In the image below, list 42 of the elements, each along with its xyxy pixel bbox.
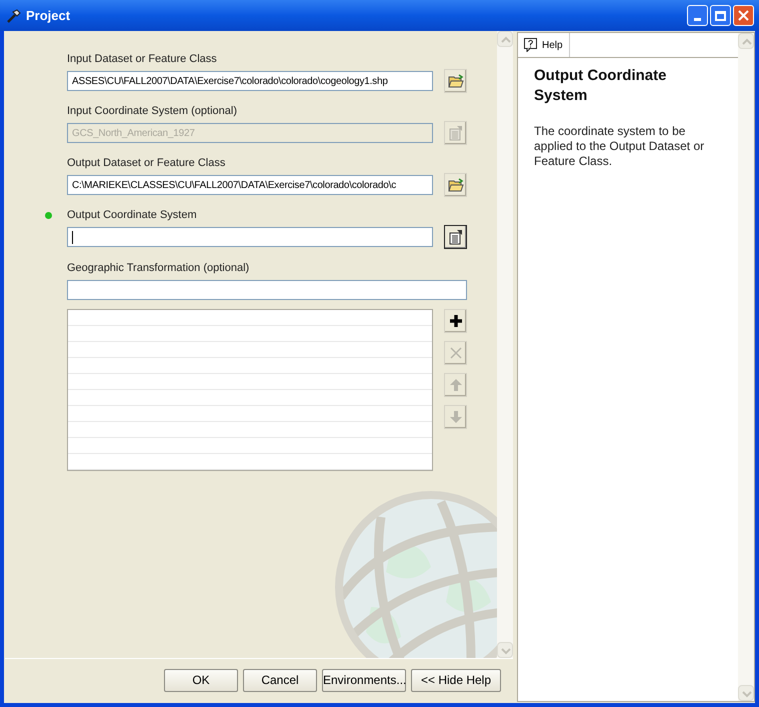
- window-title: Project: [26, 6, 70, 25]
- field-label: Input Dataset or Feature Class: [67, 52, 217, 68]
- scroll-down-icon[interactable]: [497, 642, 513, 658]
- dialog-button[interactable]: << Hide Help: [411, 668, 501, 692]
- folder-icon: [448, 178, 464, 192]
- dialog-button[interactable]: Environments...: [322, 668, 406, 692]
- scroll-up-icon[interactable]: [497, 31, 513, 47]
- add-button[interactable]: [444, 309, 467, 333]
- browse-button[interactable]: [444, 173, 467, 197]
- text-field[interactable]: [67, 280, 467, 300]
- properties-button[interactable]: [444, 225, 467, 249]
- properties-icon: [448, 125, 464, 141]
- properties-icon: [448, 229, 464, 245]
- close-button[interactable]: [733, 5, 754, 26]
- close-icon: [738, 10, 749, 21]
- field-label: Geographic Transformation (optional): [66, 261, 250, 275]
- arrow-up-icon: [448, 378, 462, 392]
- help-icon: [524, 38, 537, 52]
- help-text: The coordinate system to be applied to the Output Dataset or Feature Class.: [534, 124, 706, 169]
- text-field[interactable]: C:\MARIEKE\CLASSES\CU\FALL2007\DATA\Exercise7\colorado\colorado\c: [67, 175, 433, 195]
- help-tab[interactable]: Help: [518, 33, 570, 57]
- maximize-button[interactable]: [710, 5, 731, 26]
- scrollbar[interactable]: [738, 33, 754, 701]
- arrow-down-icon: [448, 410, 462, 424]
- text-field[interactable]: ASSES\CU\FALL2007\DATA\Exercise7\colorado\colorado\cogeology1.shp: [67, 71, 433, 91]
- help-title: Output Coordinate System: [534, 66, 668, 106]
- minimize-button[interactable]: [687, 5, 708, 26]
- field-label: Input Coordinate System (optional): [67, 104, 237, 120]
- scrollbar[interactable]: [497, 31, 513, 658]
- folder-icon: [448, 74, 464, 88]
- scroll-down-icon[interactable]: [738, 685, 754, 701]
- dialog-button[interactable]: Cancel: [243, 668, 317, 692]
- scroll-up-icon[interactable]: [738, 33, 754, 49]
- text-field[interactable]: [67, 227, 433, 247]
- field-label: Output Coordinate System: [67, 208, 197, 224]
- plus-icon: [448, 314, 462, 328]
- transformation-list[interactable]: [67, 309, 433, 471]
- dialog-button[interactable]: OK: [164, 668, 238, 692]
- browse-button[interactable]: [444, 69, 467, 93]
- close-icon: [448, 346, 462, 360]
- hammer-icon: [5, 8, 21, 24]
- field-label: Output Dataset or Feature Class: [67, 156, 226, 172]
